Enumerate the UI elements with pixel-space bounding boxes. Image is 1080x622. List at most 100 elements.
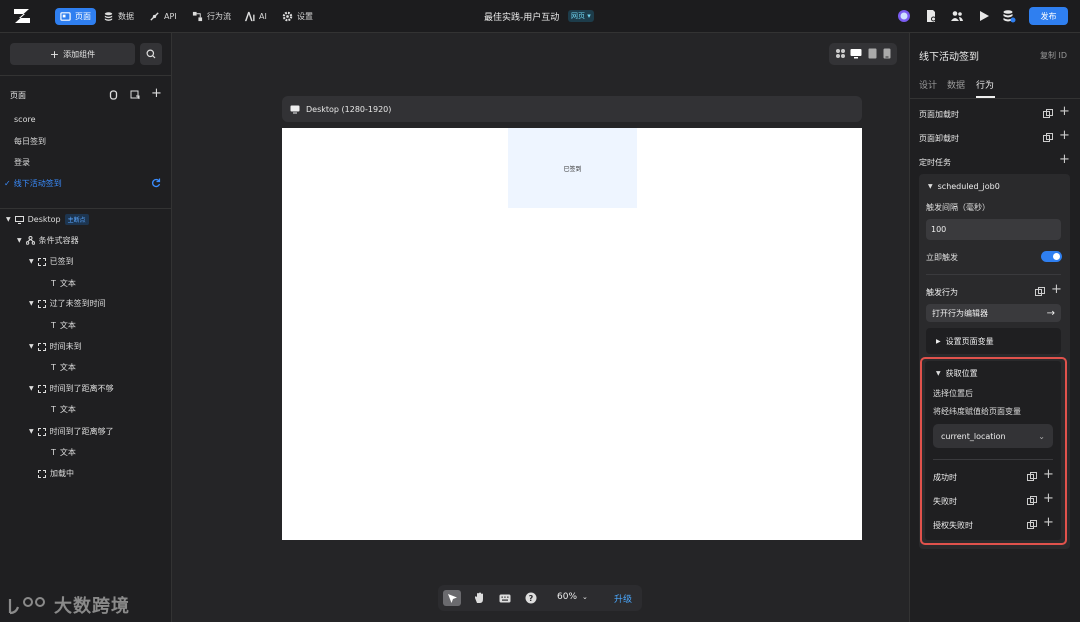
select-tool-button[interactable] (443, 590, 461, 606)
interval-input[interactable]: 100 (926, 219, 1061, 240)
action-set-page-variable[interactable]: ▶ 设置页面变量 (926, 328, 1061, 354)
hand-tool-button[interactable] (470, 590, 488, 606)
zoom-dropdown[interactable]: 60% ⌄ (557, 592, 588, 602)
tree-node-desktop[interactable]: ▼ Desktop 主断点 (6, 214, 89, 225)
nav-ai-label: AI (259, 12, 267, 21)
tablet-icon[interactable] (868, 48, 877, 59)
help-button[interactable]: ? (522, 590, 540, 606)
nav-api[interactable]: API (149, 8, 177, 25)
logo-icon[interactable] (13, 8, 31, 24)
tree-node-text[interactable]: T 文本 (51, 278, 76, 289)
divider (933, 459, 1053, 460)
copy-id-button[interactable]: 复制 ID (1040, 50, 1067, 61)
caret-down-icon: ▼ (29, 258, 34, 265)
tab-behavior[interactable]: 行为 (976, 78, 994, 91)
tab-design[interactable]: 设计 (919, 78, 937, 91)
scheduled-job-header[interactable]: ▼ scheduled_job0 (928, 182, 1000, 191)
location-variable-select[interactable]: current_location ⌄ (933, 424, 1053, 448)
mobile-icon[interactable] (883, 48, 891, 59)
tree-node-text[interactable]: T 文本 (51, 404, 76, 415)
project-title[interactable]: 最佳实践-用户互动 (484, 10, 559, 23)
watermark: 大数跨境 (8, 592, 130, 618)
collab-avatar-icon[interactable] (897, 9, 911, 23)
text-icon: T (51, 279, 56, 288)
add-trigger-icon[interactable]: + (1051, 282, 1062, 297)
page-item-offline-checkin-label: 线下活动签到 (13, 179, 62, 188)
copy-icon[interactable] (1043, 133, 1053, 143)
nav-flow-label: 行为流 (207, 12, 231, 21)
desktop-icon[interactable] (850, 48, 862, 59)
add-on-load-icon[interactable]: + (1059, 104, 1070, 119)
tree-node-state-loading[interactable]: 加载中 (38, 468, 74, 479)
nav-flow[interactable]: 行为流 (192, 8, 231, 25)
env-badge[interactable]: 网页 ▾ (568, 10, 594, 22)
nav-data[interactable]: 数据 (103, 8, 134, 25)
page-copy-icon[interactable] (130, 90, 140, 100)
main-breakpoint-badge: 主断点 (64, 214, 89, 225)
open-behavior-editor-button[interactable]: 打开行为编辑器 → (926, 304, 1061, 322)
tree-node-state-signed[interactable]: ▼ 已签到 (29, 256, 74, 267)
page-item-login[interactable]: 登录 (14, 157, 30, 168)
add-on-unload-icon[interactable]: + (1059, 128, 1070, 143)
grid-icon[interactable] (835, 48, 846, 59)
divider (909, 98, 1080, 99)
tree-node-state-too-far[interactable]: ▼ 时间到了距离不够 (29, 383, 114, 394)
upgrade-link[interactable]: 升级 (614, 592, 632, 605)
add-component-button[interactable]: + 添加组件 (10, 43, 135, 65)
copy-icon[interactable] (1043, 109, 1053, 119)
add-on-fail-icon[interactable]: + (1043, 491, 1054, 506)
add-on-success-icon[interactable]: + (1043, 467, 1054, 482)
search-button[interactable] (140, 43, 162, 65)
tree-node-text[interactable]: T 文本 (51, 362, 76, 373)
device-frame-header[interactable]: Desktop (1280-1920) (282, 96, 862, 122)
device-switcher (829, 43, 897, 65)
tree-node-desktop-label: Desktop (27, 215, 61, 224)
tree-node-text[interactable]: T 文本 (51, 447, 76, 458)
publish-button[interactable]: 发布 (1029, 7, 1068, 25)
users-icon[interactable] (950, 9, 964, 23)
copy-icon[interactable] (1027, 520, 1037, 530)
document-settings-icon[interactable] (924, 9, 938, 23)
canvas-toolbar (438, 585, 642, 611)
caret-down-icon: ▼ (29, 385, 34, 392)
refresh-icon[interactable] (151, 178, 161, 188)
preview-play-icon[interactable] (977, 9, 991, 23)
tree-node-state-label: 时间到了距离够了 (49, 427, 114, 436)
tree-node-state-close-enough[interactable]: ▼ 时间到了距离够了 (29, 426, 114, 437)
copy-icon[interactable] (1027, 472, 1037, 482)
copy-icon[interactable] (1027, 496, 1037, 506)
add-on-auth-fail-icon[interactable]: + (1043, 515, 1054, 530)
tree-node-state-missed[interactable]: ▼ 过了未签到时间 (29, 298, 106, 309)
keyboard-button[interactable] (496, 590, 514, 606)
ai-icon (244, 11, 255, 22)
get-location-header[interactable]: ▼ 获取位置 (936, 368, 978, 379)
tree-node-state-not-yet[interactable]: ▼ 时间未到 (29, 341, 82, 352)
location-variable-value: current_location (941, 431, 1006, 441)
page-item-score[interactable]: score (14, 115, 36, 124)
api-icon (150, 12, 159, 21)
immediate-trigger-toggle[interactable] (1041, 251, 1062, 262)
set-page-variable-label: 设置页面变量 (945, 336, 994, 346)
copy-icon[interactable] (1035, 287, 1045, 297)
device-frame-label: Desktop (1280-1920) (306, 104, 392, 114)
canvas-signed-text: 已签到 (563, 165, 582, 173)
canvas-signed-component[interactable]: 已签到 (508, 128, 637, 208)
get-location-desc2: 将经纬度赋值给页面变量 (933, 407, 1021, 416)
nav-ai[interactable]: AI (244, 8, 267, 25)
tree-node-conditional-container[interactable]: ▼ 条件式容器 (17, 235, 79, 246)
database-sync-icon[interactable] (1002, 9, 1016, 23)
tree-node-text-label: 文本 (59, 321, 76, 330)
tab-data[interactable]: 数据 (947, 78, 965, 91)
nav-pages-label: 页面 (75, 12, 91, 21)
tree-node-text-label: 文本 (59, 279, 76, 288)
nav-pages[interactable]: 页面 (55, 8, 96, 25)
add-timer-icon[interactable]: + (1059, 152, 1070, 167)
nav-settings[interactable]: 设置 (282, 8, 313, 25)
add-page-icon[interactable]: + (151, 86, 162, 101)
tree-node-text[interactable]: T 文本 (51, 320, 76, 331)
page-item-daily-checkin[interactable]: 每日签到 (14, 136, 46, 147)
monitor-icon (14, 215, 24, 224)
page-settings-icon[interactable] (109, 90, 118, 100)
page-item-offline-checkin[interactable]: ✓ 线下活动签到 (4, 178, 62, 189)
nav-api-label: API (164, 12, 177, 21)
